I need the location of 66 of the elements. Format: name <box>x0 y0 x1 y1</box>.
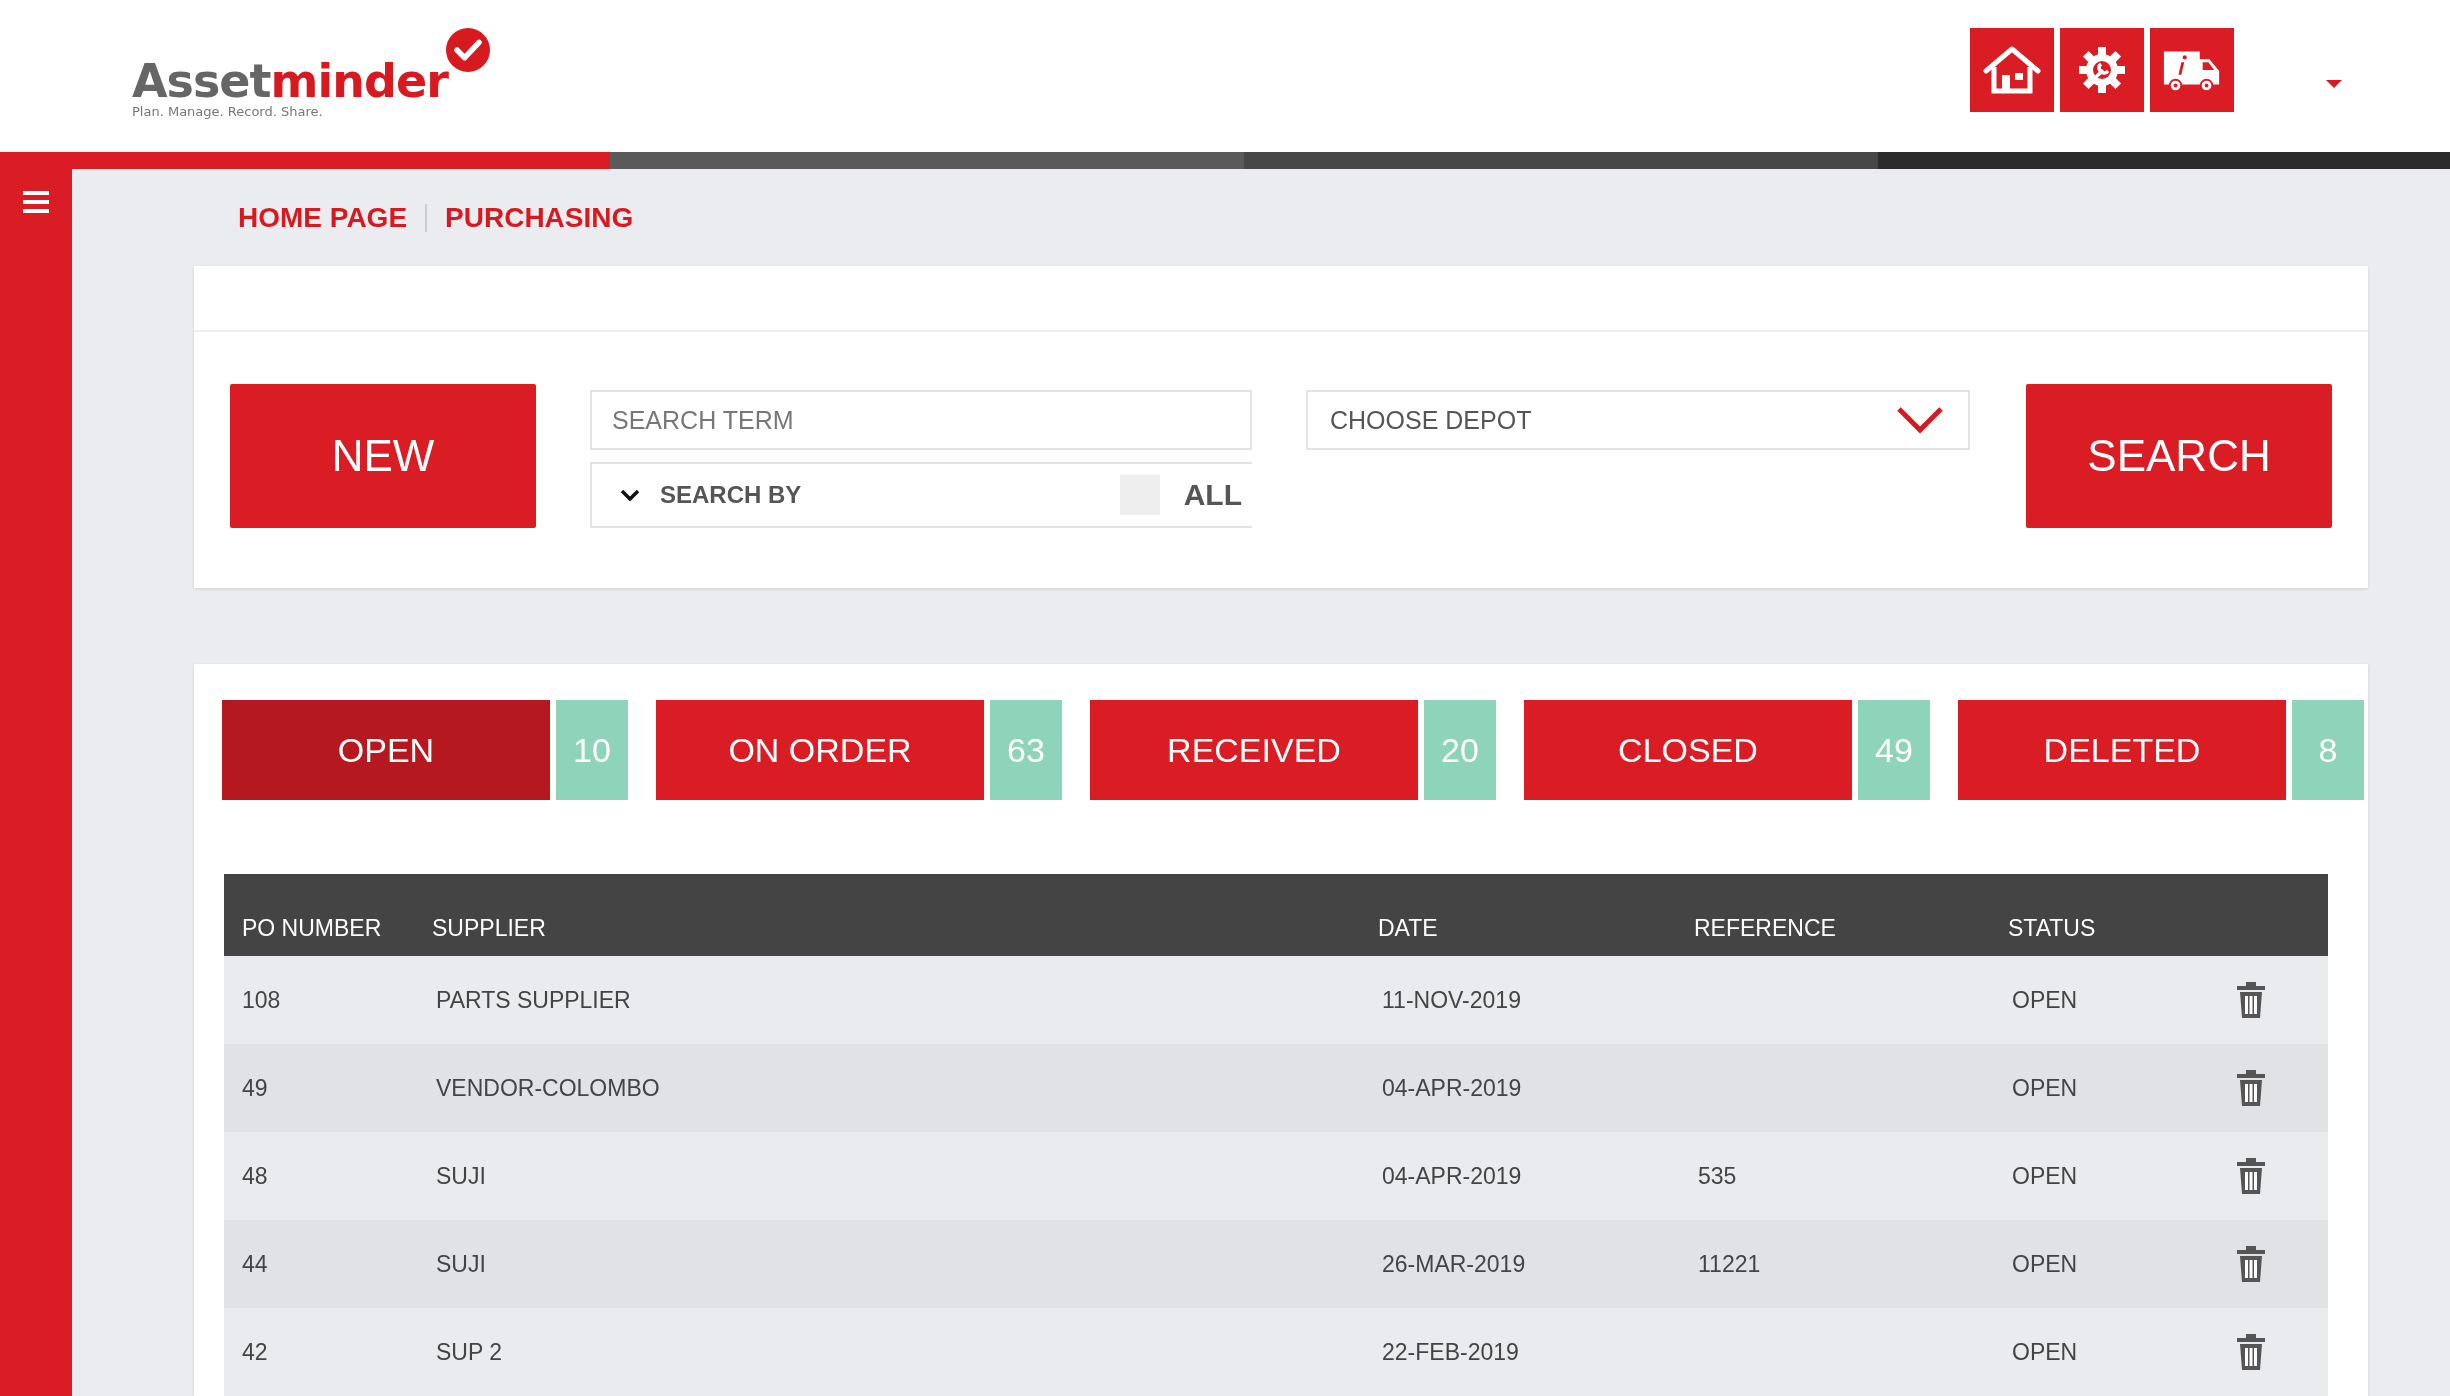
table-cell: 26-MAR-2019 <box>1382 1250 1526 1277</box>
table-cell: 108 <box>242 986 281 1013</box>
status-tab[interactable]: CLOSED <box>1524 700 1852 800</box>
column-header: PO NUMBER <box>241 915 383 942</box>
breadcrumb-link[interactable]: PURCHASING <box>445 201 634 234</box>
column-header: SUPPLIER <box>432 915 547 942</box>
count-badge: 10 <box>556 700 628 800</box>
table-row[interactable]: 44 SUJI 26-MAR-2019 11221 OPEN <box>224 1220 2328 1308</box>
table-cell: SUJI <box>436 1250 486 1277</box>
table-cell: 11221 <box>1698 1250 1761 1277</box>
table-cell: PARTS SUPPLIER <box>436 986 631 1013</box>
vehicle-info-button[interactable] <box>2150 28 2234 112</box>
table-cell: 535 <box>1698 1162 1737 1189</box>
table-cell: 42 <box>242 1338 268 1365</box>
column-header: STATUS <box>2008 915 2097 942</box>
count-badge: 63 <box>990 700 1062 800</box>
breadcrumb-link[interactable]: HOME PAGE <box>238 201 408 234</box>
table-cell: 48 <box>242 1162 268 1189</box>
table-cell: 04-APR-2019 <box>1382 1074 1522 1101</box>
home-button[interactable] <box>1970 28 2054 112</box>
gear-wrench-icon <box>2077 45 2127 95</box>
table-row[interactable]: 48 SUJI 04-APR-2019 535 OPEN <box>224 1132 2328 1220</box>
table-cell: 44 <box>242 1250 268 1277</box>
search-button[interactable]: SEARCH <box>2026 384 2332 529</box>
table-row[interactable]: 49 VENDOR-COLOMBO 04-APR-2019 OPEN <box>224 1044 2328 1132</box>
all-label: ALL <box>1183 478 1242 513</box>
search-by-dropdown[interactable]: SEARCH BY ALL <box>590 462 1252 529</box>
trash-icon[interactable] <box>2236 1334 2266 1370</box>
column-header: REFERENCE <box>1694 915 1837 942</box>
table-cell: SUP 2 <box>436 1338 503 1365</box>
table-cell: OPEN <box>2012 1250 2078 1277</box>
logo-tagline: Plan. Manage. Record. Share. <box>132 103 324 119</box>
table-row[interactable]: 42 SUP 2 22-FEB-2019 OPEN <box>224 1308 2328 1396</box>
count-badge: 20 <box>1424 700 1496 800</box>
status-tab[interactable]: DELETED <box>1958 700 2286 800</box>
table-cell: OPEN <box>2012 986 2078 1013</box>
trash-icon[interactable] <box>2236 982 2266 1018</box>
table-cell: SUJI <box>436 1162 486 1189</box>
caret-icon[interactable] <box>2326 80 2342 88</box>
new-button[interactable]: NEW <box>230 384 536 529</box>
table-cell: 22-FEB-2019 <box>1382 1338 1519 1365</box>
trash-icon[interactable] <box>2236 1246 2266 1282</box>
menu-icon[interactable] <box>23 191 49 213</box>
chevron-down-icon <box>620 489 640 502</box>
chevron-down-icon <box>1896 406 1944 435</box>
status-tab[interactable]: OPEN <box>222 700 550 800</box>
table-cell: VENDOR-COLOMBO <box>436 1074 660 1101</box>
table-cell: OPEN <box>2012 1338 2078 1365</box>
table-cell: 04-APR-2019 <box>1382 1162 1522 1189</box>
table-cell: OPEN <box>2012 1162 2078 1189</box>
column-header: DATE <box>1378 915 1439 942</box>
table-row[interactable]: 108 PARTS SUPPLIER 11-NOV-2019 OPEN <box>224 956 2328 1044</box>
settings-button[interactable] <box>2060 28 2144 112</box>
status-tab[interactable]: ON ORDER <box>656 700 984 800</box>
house-icon <box>1982 45 2042 95</box>
trash-icon[interactable] <box>2236 1158 2266 1194</box>
count-badge: 49 <box>1858 700 1930 800</box>
table-cell: 11-NOV-2019 <box>1382 986 1521 1013</box>
search-by-label: SEARCH BY <box>660 481 802 510</box>
trash-icon[interactable] <box>2236 1070 2266 1106</box>
table-cell: 49 <box>242 1074 268 1101</box>
status-tab[interactable]: RECEIVED <box>1090 700 1418 800</box>
table-cell: OPEN <box>2012 1074 2078 1101</box>
count-badge: 8 <box>2292 700 2364 800</box>
depot-dropdown[interactable]: CHOOSE DEPOT <box>1306 390 1970 451</box>
search-field[interactable]: SEARCH TERM <box>590 390 1252 451</box>
